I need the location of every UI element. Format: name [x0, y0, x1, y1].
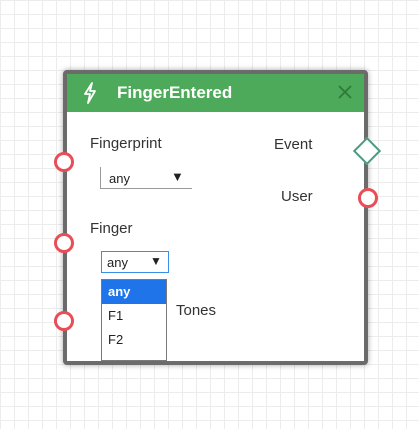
flash-icon: [84, 82, 96, 104]
finger-select[interactable]: any ▼: [101, 251, 169, 273]
chevron-down-icon: ▼: [171, 169, 184, 184]
user-output-port[interactable]: [358, 188, 378, 208]
dropdown-option-any[interactable]: any: [102, 280, 166, 304]
finger-dropdown-list[interactable]: any F1 F2: [101, 279, 167, 361]
node-title: FingerEntered: [117, 83, 233, 102]
dropdown-option-f1[interactable]: F1: [102, 304, 166, 328]
node-header[interactable]: FingerEntered: [67, 74, 364, 112]
event-node[interactable]: FingerEntered Fingerprint any ▼ Finger a…: [63, 70, 368, 365]
fingerprint-select[interactable]: any ▼: [100, 167, 192, 189]
sound-label-end: Tones: [176, 302, 217, 319]
fingerprint-label: Fingerprint: [90, 135, 162, 152]
finger-input-port[interactable]: [54, 233, 74, 253]
fingerprint-select-value: any: [109, 171, 130, 186]
chevron-down-icon: ▼: [150, 254, 162, 268]
dropdown-option-f2[interactable]: F2: [102, 328, 166, 352]
event-output-label: Event: [274, 136, 313, 153]
fingerprint-input-port[interactable]: [54, 152, 74, 172]
finger-label: Finger: [90, 220, 133, 237]
user-output-label: User: [281, 188, 313, 205]
finger-select-value: any: [107, 255, 128, 270]
sound-input-port[interactable]: [54, 311, 74, 331]
close-icon[interactable]: [336, 83, 354, 101]
